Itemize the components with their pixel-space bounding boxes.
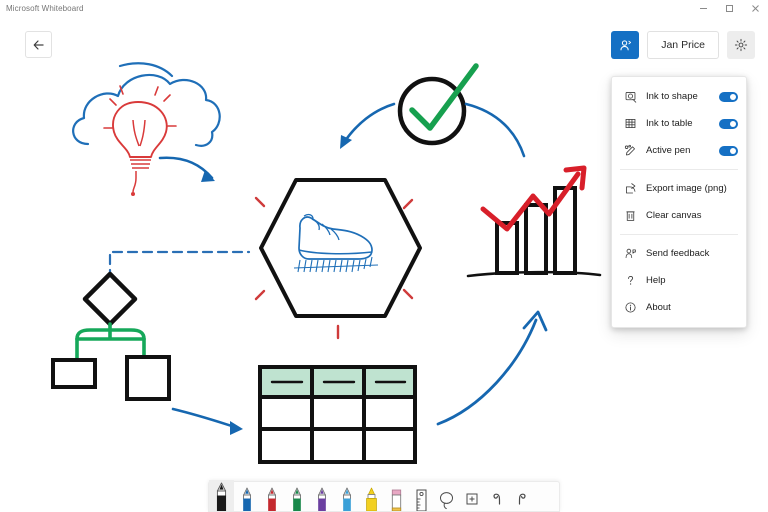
menu-item-label: About: [646, 302, 671, 313]
flowchart-diamond[interactable]: [82, 271, 138, 327]
hexagon-shape[interactable]: [259, 178, 422, 318]
menu-item-ink-to-shape[interactable]: Ink to shape: [612, 83, 746, 110]
maximize-button[interactable]: [716, 0, 742, 16]
ink-to-table-icon: [624, 117, 637, 130]
tool-undo[interactable]: [484, 480, 509, 511]
menu-item-label: Ink to table: [646, 118, 693, 129]
redo-icon: [518, 493, 526, 505]
eraser-icon: [391, 489, 402, 511]
help-icon: [624, 274, 637, 287]
menu-item-label: Ink to shape: [646, 91, 698, 102]
ink-to-table-toggle[interactable]: [719, 118, 738, 129]
menu-item-label: Send feedback: [646, 248, 710, 259]
tool-pen-green[interactable]: [284, 480, 309, 511]
ink-to-shape-icon: [624, 90, 637, 103]
menu-item-label: Help: [646, 275, 666, 286]
pen-icon: [342, 487, 351, 511]
tool-highlighter-yellow[interactable]: [359, 480, 384, 511]
menu-item-label: Active pen: [646, 145, 691, 156]
menu-item-label: Clear canvas: [646, 210, 702, 221]
menu-divider: [620, 234, 738, 235]
pen-icon: [267, 487, 276, 511]
pen-icon: [242, 487, 251, 511]
undo-icon: [492, 493, 500, 505]
menu-item-ink-to-table[interactable]: Ink to table: [612, 110, 746, 137]
menu-item-export-image[interactable]: Export image (png): [612, 175, 746, 202]
arrow-flow-to-table[interactable]: [171, 407, 243, 435]
whiteboard-app: Microsoft Whiteboard Jan Price Ink to sh…: [0, 0, 768, 512]
active-pen-toggle[interactable]: [719, 145, 738, 156]
tool-lasso-select[interactable]: [434, 480, 459, 511]
about-icon: [624, 301, 637, 314]
tool-eraser[interactable]: [384, 480, 409, 511]
cloud-sketch[interactable]: [72, 62, 221, 147]
pen-icon: [317, 487, 326, 511]
settings-menu[interactable]: Ink to shape Ink to table Active pen Exp…: [611, 76, 747, 328]
send-feedback-icon: [624, 247, 637, 260]
arrow-cloud-to-hexagon[interactable]: [158, 156, 215, 182]
tool-pen-red[interactable]: [259, 480, 284, 511]
pen-icon: [292, 487, 301, 511]
menu-item-label: Export image (png): [646, 183, 727, 194]
ruler-icon: [416, 489, 427, 511]
tool-pen-purple[interactable]: [309, 480, 334, 511]
tool-pen-lightblue[interactable]: [334, 480, 359, 511]
export-image-icon: [624, 182, 637, 195]
arrow-hexagon-to-chart[interactable]: [464, 102, 526, 158]
flowchart-box-right[interactable]: [125, 355, 171, 401]
menu-divider: [620, 169, 738, 170]
flowchart-dashed-line[interactable]: [108, 250, 251, 281]
window-controls: [690, 0, 768, 16]
menu-item-clear-canvas[interactable]: Clear canvas: [612, 202, 746, 229]
tool-pen-blue[interactable]: [234, 480, 259, 511]
tool-pen-black[interactable]: [209, 480, 234, 511]
arrow-check-to-hexagon[interactable]: [340, 102, 396, 149]
lightbulb-sketch[interactable]: [103, 85, 177, 196]
pen-icon: [216, 482, 227, 511]
minimize-button[interactable]: [690, 0, 716, 16]
title-bar: Microsoft Whiteboard: [0, 0, 768, 16]
tool-insert[interactable]: [459, 480, 484, 511]
tool-ruler[interactable]: [409, 480, 434, 511]
menu-item-about[interactable]: About: [612, 294, 746, 321]
arrow-table-to-chart[interactable]: [436, 310, 548, 426]
insert-icon: [466, 493, 477, 505]
pen-toolbar[interactable]: [208, 480, 560, 512]
tool-redo[interactable]: [509, 480, 534, 511]
flowchart-box-left[interactable]: [51, 358, 97, 389]
bar-chart-sketch[interactable]: [466, 186, 602, 278]
close-button[interactable]: [742, 0, 768, 16]
menu-item-help[interactable]: Help: [612, 267, 746, 294]
menu-item-send-feedback[interactable]: Send feedback: [612, 240, 746, 267]
ink-to-shape-toggle[interactable]: [719, 91, 738, 102]
window-title: Microsoft Whiteboard: [6, 3, 84, 13]
lasso-icon: [440, 492, 453, 510]
table-sketch[interactable]: [258, 365, 417, 464]
menu-item-active-pen[interactable]: Active pen: [612, 137, 746, 164]
highlighter-icon: [366, 487, 377, 511]
clear-canvas-icon: [624, 209, 637, 222]
active-pen-icon: [624, 144, 637, 157]
